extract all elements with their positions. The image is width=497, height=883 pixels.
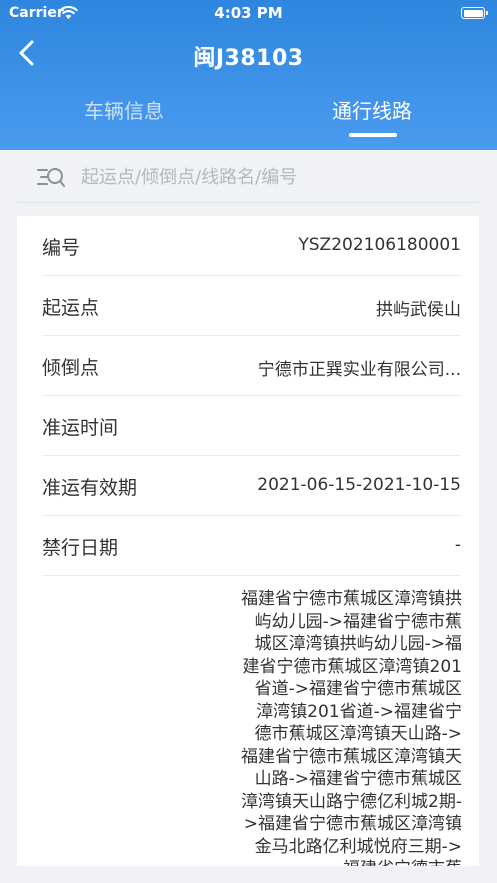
row-value: 拱屿武侯山 xyxy=(376,300,461,320)
detail-row-restricted-date: 禁行日期 - xyxy=(42,516,461,576)
detail-row-validity: 准运有效期 2021-06-15-2021-10-15 xyxy=(42,456,461,516)
status-time: 4:03 PM xyxy=(214,4,283,22)
route-path-text: 福建省宁德市蕉城区漳湾镇拱屿幼儿园->福建省宁德市蕉城区漳湾镇拱屿幼儿园->福建… xyxy=(241,589,462,866)
tab-route[interactable]: 通行线路 xyxy=(262,95,482,124)
row-label: 起运点 xyxy=(42,297,100,319)
search-bar xyxy=(17,151,479,203)
nav-bar: 闽J38103 xyxy=(0,28,497,80)
header: Carrier 4:03 PM 闽J38103 车辆信息 通行线路 xyxy=(0,0,497,150)
row-label: 禁行日期 xyxy=(42,537,119,559)
list-search-icon xyxy=(37,168,65,187)
detail-row-origin: 起运点 拱屿武侯山 xyxy=(42,276,461,336)
route-detail-card: 编号 YSZ202106180001 起运点 拱屿武侯山 倾倒点 宁德市正巽实业… xyxy=(17,216,479,866)
detail-row-permit-time: 准运时间 xyxy=(42,396,461,456)
battery-icon xyxy=(461,7,488,19)
row-value: - xyxy=(454,535,461,555)
row-label: 编号 xyxy=(42,237,81,259)
row-label: 准运有效期 xyxy=(42,477,138,499)
page-title: 闽J38103 xyxy=(193,46,304,71)
tab-vehicle-info[interactable]: 车辆信息 xyxy=(14,95,234,124)
tab-bar: 车辆信息 通行线路 xyxy=(0,88,497,150)
active-tab-indicator xyxy=(349,133,397,137)
detail-row-number: 编号 YSZ202106180001 xyxy=(42,216,461,276)
row-value: 2021-06-15-2021-10-15 xyxy=(257,475,461,495)
row-label: 准运时间 xyxy=(42,417,119,439)
row-value: YSZ202106180001 xyxy=(298,235,461,255)
row-label: 倾倒点 xyxy=(42,357,100,379)
detail-row-dump-site[interactable]: 倾倒点 宁德市正巽实业有限公司... xyxy=(42,336,461,396)
status-bar: Carrier 4:03 PM xyxy=(0,0,497,26)
row-value: 宁德市正巽实业有限公司... xyxy=(257,360,461,380)
search-input[interactable] xyxy=(81,161,461,193)
